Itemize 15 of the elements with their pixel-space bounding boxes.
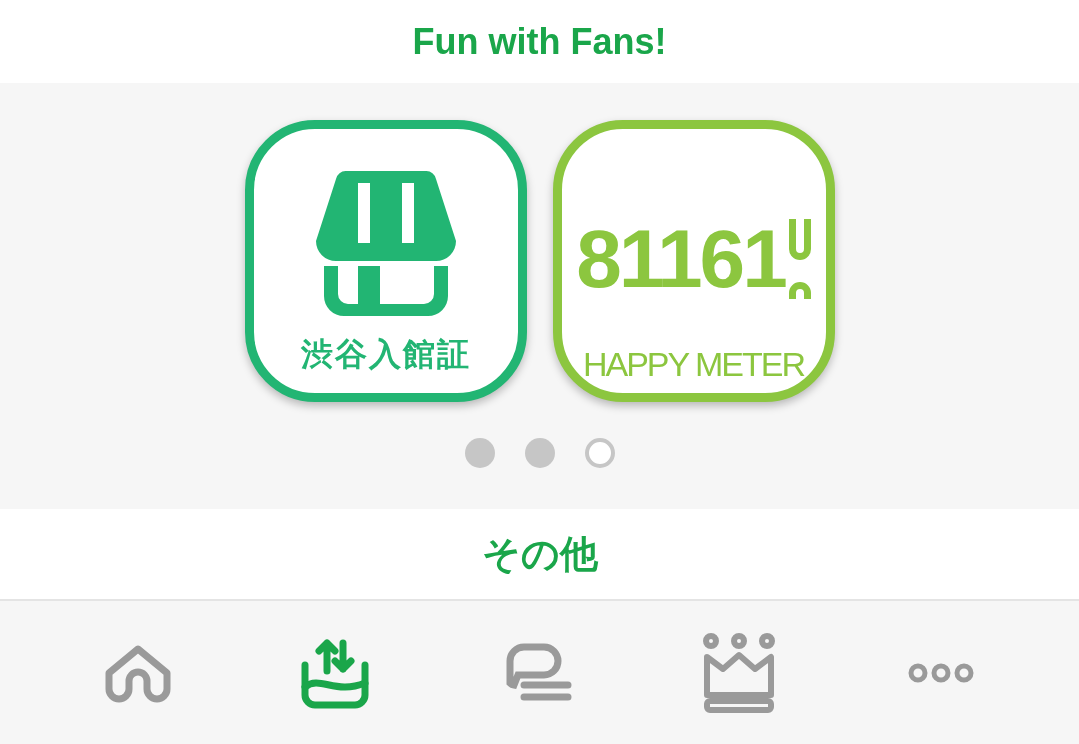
rolling-digit-icon: [788, 219, 811, 299]
card-label: 渋谷入館証: [300, 334, 471, 375]
entry-pass-card[interactable]: 渋谷入館証: [244, 120, 527, 402]
section-title: その他: [481, 531, 598, 577]
home-icon: [103, 642, 174, 703]
tray-arrows-icon: [299, 636, 370, 709]
meter-value: 81161: [576, 219, 785, 299]
page-dot[interactable]: [584, 438, 615, 468]
nav-tab[interactable]: [299, 636, 370, 709]
page-dot[interactable]: [464, 438, 495, 468]
happy-meter-card[interactable]: 81161 HAPPY METER: [552, 120, 835, 402]
nav-tab[interactable]: [103, 642, 174, 703]
page-dot[interactable]: [524, 438, 555, 468]
card-label: HAPPY METER: [582, 345, 805, 384]
page-title: Fun with Fans!: [412, 20, 667, 63]
